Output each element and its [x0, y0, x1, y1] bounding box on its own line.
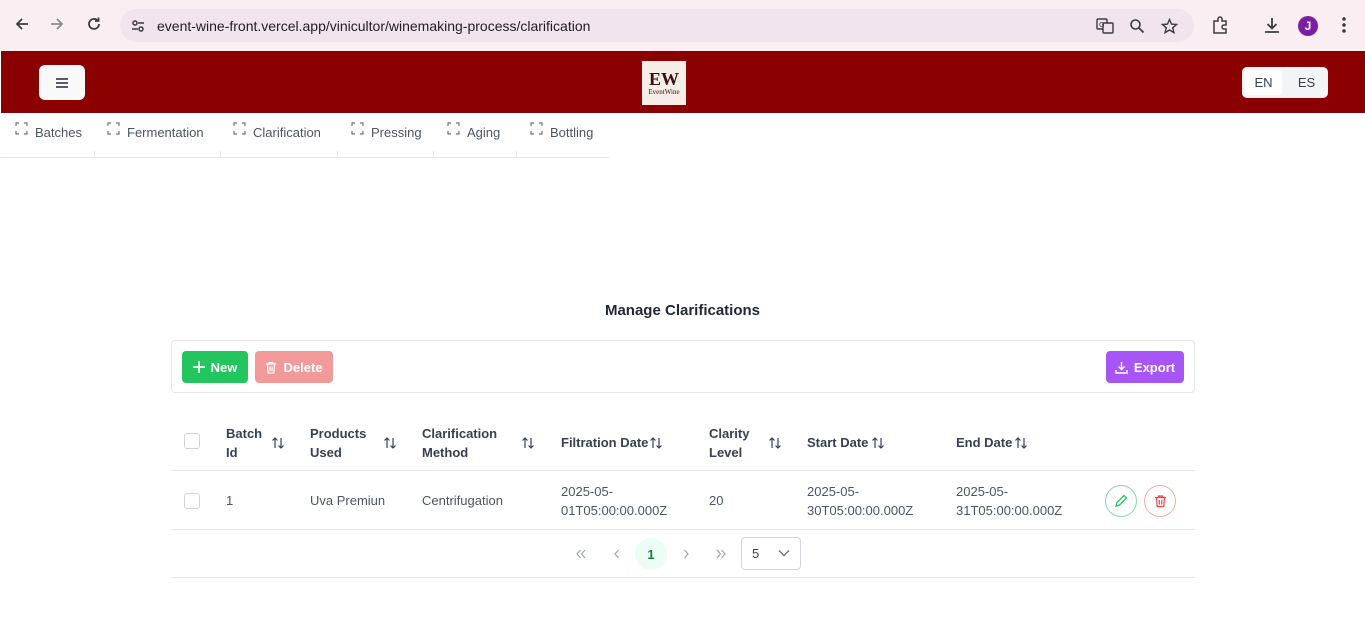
delete-button[interactable]: Delete — [255, 351, 333, 383]
column-header-filtration-date[interactable]: Filtration Date — [561, 433, 648, 452]
table-toolbar: New Delete Export — [171, 340, 1195, 393]
address-bar[interactable]: event-wine-front.vercel.app/vinicultor/w… — [120, 9, 1194, 42]
tab-label: Fermentation — [127, 125, 204, 140]
last-page-icon[interactable] — [705, 538, 737, 570]
tab-label: Bottling — [550, 125, 594, 140]
site-info-icon[interactable] — [129, 17, 147, 35]
expand-icon — [15, 122, 28, 135]
edit-button[interactable] — [1105, 485, 1137, 517]
url-text: event-wine-front.vercel.app/vinicultor/w… — [157, 18, 591, 34]
reload-icon[interactable] — [80, 10, 108, 38]
column-header-products-used[interactable]: Products Used — [310, 424, 366, 462]
back-icon[interactable] — [8, 10, 36, 38]
sort-icon[interactable] — [649, 436, 663, 450]
lang-es-button[interactable]: ES — [1285, 67, 1328, 98]
logo-text: EventWine — [648, 88, 680, 96]
hamburger-icon — [56, 77, 68, 88]
cell-filtration-date: 2025-05- 01T05:00:00.000Z — [561, 484, 668, 518]
tab-pressing[interactable]: Pressing — [351, 122, 422, 140]
select-all-checkbox[interactable] — [184, 433, 200, 449]
cell-end-date: 2025-05- 31T05:00:00.000Z — [956, 484, 1063, 518]
expand-icon — [447, 122, 460, 135]
delete-button-label: Delete — [283, 359, 323, 375]
tab-fermentation[interactable]: Fermentation — [107, 122, 204, 140]
app-header: EW EventWine EN ES — [1, 51, 1365, 113]
more-menu-icon[interactable] — [1333, 14, 1355, 36]
table-header: Batch Id Products Used Clarification Method… — [171, 414, 1195, 471]
logo-mark: EW — [648, 69, 679, 89]
tab-label: Batches — [35, 125, 82, 140]
tab-clarification[interactable]: Clarification — [233, 122, 321, 140]
tab-label: Pressing — [371, 125, 422, 140]
delete-row-button[interactable] — [1144, 485, 1176, 517]
column-header-clarity-level[interactable]: Clarity Level — [709, 424, 749, 462]
export-download-icon — [1115, 361, 1128, 374]
export-button[interactable]: Export — [1106, 351, 1184, 383]
sort-icon[interactable] — [871, 436, 885, 450]
cell-clarity-level: 20 — [709, 493, 724, 508]
expand-icon — [530, 122, 543, 135]
column-header-start-date[interactable]: Start Date — [807, 433, 868, 452]
download-icon[interactable] — [1261, 14, 1283, 36]
tab-label: Clarification — [253, 125, 321, 140]
sort-icon[interactable] — [768, 436, 782, 450]
page-button-current[interactable]: 1 — [635, 538, 667, 570]
next-page-icon[interactable] — [670, 538, 702, 570]
row-checkbox[interactable] — [184, 493, 200, 509]
export-button-label: Export — [1133, 359, 1176, 375]
paginator: 1 5 — [171, 530, 1195, 578]
sort-icon[interactable] — [1014, 436, 1028, 450]
cell-batch-id: 1 — [226, 493, 234, 508]
bookmark-star-icon[interactable] — [1160, 17, 1178, 35]
svg-text:G: G — [1099, 21, 1104, 29]
forward-icon[interactable] — [43, 10, 71, 38]
cell-start-date: 2025-05- 30T05:00:00.000Z — [807, 484, 914, 518]
zoom-icon[interactable] — [1128, 17, 1146, 35]
sort-icon[interactable] — [521, 436, 535, 450]
plus-icon — [192, 361, 205, 373]
column-header-batch-id[interactable]: Batch Id — [226, 424, 262, 462]
expand-icon — [351, 122, 364, 135]
trash-icon — [266, 361, 277, 374]
new-button[interactable]: New — [182, 351, 248, 383]
trash-icon — [1154, 495, 1166, 508]
profile-avatar[interactable]: J — [1298, 16, 1318, 36]
first-page-icon[interactable] — [565, 538, 597, 570]
tab-batches[interactable]: Batches — [15, 122, 82, 140]
chevron-down-icon — [778, 550, 790, 557]
sort-icon[interactable] — [383, 436, 397, 450]
translate-icon[interactable]: G — [1096, 17, 1114, 35]
expand-icon — [233, 122, 246, 135]
cell-clarification-method: Centrifugation — [422, 493, 503, 508]
language-switcher: EN ES — [1242, 67, 1328, 98]
table-row[interactable]: 1 Uva Premiun Centrifugation 2025-05- 01T… — [171, 471, 1195, 530]
prev-page-icon[interactable] — [601, 538, 633, 570]
cell-products-used: Uva Premiun — [310, 493, 386, 508]
lang-en-button[interactable]: EN — [1245, 70, 1282, 95]
pencil-icon — [1115, 494, 1128, 507]
rows-per-page-select[interactable]: 5 — [741, 537, 801, 570]
expand-icon — [107, 122, 120, 135]
process-tabs: Batches Fermentation Clarification Press… — [1, 113, 609, 158]
eventwine-logo[interactable]: EW EventWine — [642, 61, 686, 105]
hamburger-menu-button[interactable] — [39, 65, 85, 100]
tab-bottling[interactable]: Bottling — [530, 122, 594, 140]
extensions-icon[interactable] — [1209, 14, 1231, 36]
tab-label: Aging — [467, 125, 501, 140]
new-button-label: New — [210, 359, 238, 375]
rows-per-page-value: 5 — [752, 546, 760, 561]
page-title: Manage Clarifications — [604, 302, 761, 319]
tab-aging[interactable]: Aging — [447, 122, 501, 140]
column-header-end-date[interactable]: End Date — [956, 433, 1012, 452]
browser-toolbar: event-wine-front.vercel.app/vinicultor/w… — [0, 0, 1365, 51]
column-header-clarification-method[interactable]: Clarification Method — [422, 424, 497, 462]
sort-icon[interactable] — [271, 436, 285, 450]
